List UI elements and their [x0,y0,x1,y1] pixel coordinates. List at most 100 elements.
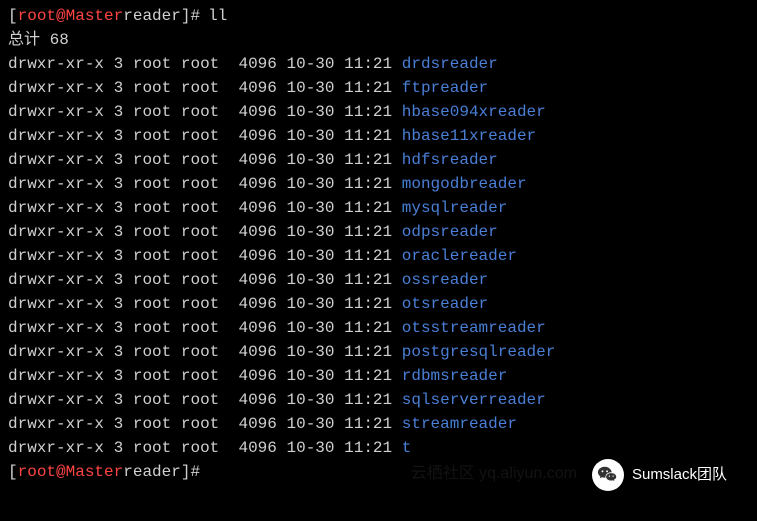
file-links: 3 [114,364,124,388]
watermark-badge-text: Sumslack团队 [632,464,727,487]
file-group: root [181,436,219,460]
file-row: drwxr-xr-x 3 root root 4096 10-30 11:21 … [8,364,749,388]
file-name: mongodbreader [402,172,527,196]
file-name: ftpreader [402,76,488,100]
file-links: 3 [114,172,124,196]
file-date: 10-30 [286,100,334,124]
cwd-path: reader [123,460,181,484]
file-group: root [181,244,219,268]
file-perms: drwxr-xr-x [8,388,104,412]
file-time: 11:21 [344,364,392,388]
file-links: 3 [114,340,124,364]
file-perms: drwxr-xr-x [8,220,104,244]
file-group: root [181,148,219,172]
file-perms: drwxr-xr-x [8,52,104,76]
file-time: 11:21 [344,52,392,76]
file-size: 4096 [238,268,276,292]
file-date: 10-30 [286,412,334,436]
bracket-close: ] [181,460,191,484]
file-time: 11:21 [344,76,392,100]
file-perms: drwxr-xr-x [8,412,104,436]
file-date: 10-30 [286,220,334,244]
file-group: root [181,76,219,100]
file-perms: drwxr-xr-x [8,172,104,196]
file-name: streamreader [402,412,517,436]
file-date: 10-30 [286,388,334,412]
file-name: rdbmsreader [402,364,508,388]
file-row: drwxr-xr-x 3 root root 4096 10-30 11:21 … [8,244,749,268]
file-group: root [181,52,219,76]
file-owner: root [133,412,171,436]
file-perms: drwxr-xr-x [8,268,104,292]
file-perms: drwxr-xr-x [8,148,104,172]
file-name: otsstreamreader [402,316,546,340]
file-row: drwxr-xr-x 3 root root 4096 10-30 11:21 … [8,196,749,220]
watermark-badge: Sumslack团队 [592,459,727,491]
file-name: postgresqlreader [402,340,556,364]
file-date: 10-30 [286,268,334,292]
total-line: 总计 68 [8,28,749,52]
file-size: 4096 [238,172,276,196]
file-perms: drwxr-xr-x [8,100,104,124]
file-row: drwxr-xr-x 3 root root 4096 10-30 11:21 … [8,172,749,196]
file-row: drwxr-xr-x 3 root root 4096 10-30 11:21 … [8,268,749,292]
file-owner: root [133,244,171,268]
file-perms: drwxr-xr-x [8,124,104,148]
file-name: ossreader [402,268,488,292]
file-owner: root [133,196,171,220]
file-group: root [181,292,219,316]
file-row: drwxr-xr-x 3 root root 4096 10-30 11:21 … [8,100,749,124]
file-row: drwxr-xr-x 3 root root 4096 10-30 11:21 … [8,148,749,172]
file-date: 10-30 [286,340,334,364]
file-date: 10-30 [286,76,334,100]
file-links: 3 [114,388,124,412]
file-time: 11:21 [344,388,392,412]
file-time: 11:21 [344,244,392,268]
file-group: root [181,364,219,388]
file-size: 4096 [238,76,276,100]
total-label: 总计 [8,31,40,49]
file-group: root [181,340,219,364]
file-name: oraclereader [402,244,517,268]
file-date: 10-30 [286,364,334,388]
file-date: 10-30 [286,124,334,148]
file-owner: root [133,292,171,316]
file-perms: drwxr-xr-x [8,436,104,460]
file-size: 4096 [238,220,276,244]
file-group: root [181,196,219,220]
file-links: 3 [114,124,124,148]
file-links: 3 [114,220,124,244]
file-owner: root [133,76,171,100]
file-size: 4096 [238,388,276,412]
file-links: 3 [114,52,124,76]
file-perms: drwxr-xr-x [8,76,104,100]
file-perms: drwxr-xr-x [8,244,104,268]
file-listing: drwxr-xr-x 3 root root 4096 10-30 11:21 … [8,52,749,460]
file-size: 4096 [238,316,276,340]
file-perms: drwxr-xr-x [8,340,104,364]
file-row: drwxr-xr-x 3 root root 4096 10-30 11:21 … [8,124,749,148]
file-row: drwxr-xr-x 3 root root 4096 10-30 11:21 … [8,292,749,316]
file-group: root [181,268,219,292]
file-date: 10-30 [286,52,334,76]
file-time: 11:21 [344,124,392,148]
prompt-char: # [190,4,200,28]
file-time: 11:21 [344,172,392,196]
file-owner: root [133,388,171,412]
file-time: 11:21 [344,148,392,172]
file-time: 11:21 [344,220,392,244]
file-size: 4096 [238,292,276,316]
file-perms: drwxr-xr-x [8,292,104,316]
file-size: 4096 [238,100,276,124]
file-time: 11:21 [344,268,392,292]
file-links: 3 [114,268,124,292]
file-owner: root [133,436,171,460]
file-date: 10-30 [286,292,334,316]
file-date: 10-30 [286,244,334,268]
file-owner: root [133,172,171,196]
file-owner: root [133,340,171,364]
file-time: 11:21 [344,316,392,340]
wechat-icon [592,459,624,491]
file-name: hbase094xreader [402,100,546,124]
file-owner: root [133,268,171,292]
